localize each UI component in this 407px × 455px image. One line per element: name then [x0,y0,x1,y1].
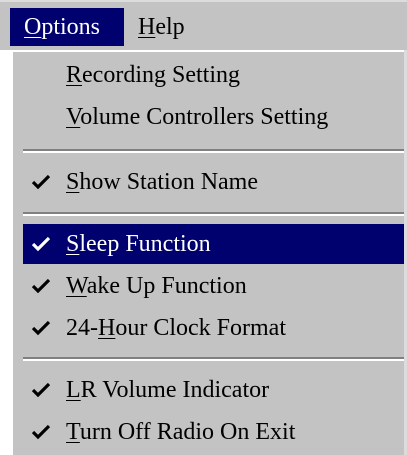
menu-help-rest: elp [155,14,185,40]
menu-options-rest: ptions [41,14,101,40]
check-icon [30,162,60,202]
menu-item-turn-off-radio-on-exit[interactable]: Turn Off Radio On Exit [23,412,404,452]
options-dropdown: Recording Setting Volume Controllers Set… [10,50,407,455]
menu-item-label: LR Volume Indicator [66,377,270,403]
check-icon [30,308,60,348]
check-icon [30,266,60,306]
menu-item-label: Volume Controllers Setting [66,104,329,130]
menu-item-show-station-name[interactable]: Show Station Name [23,162,404,202]
menu-item-label: Recording Setting [66,62,240,88]
menu-item-sleep-function[interactable]: Sleep Function [23,224,404,264]
menu-item-label: 24-Hour Clock Format [66,315,286,341]
check-icon [30,412,60,452]
menu-separator [23,357,404,361]
menu-item-label: Turn Off Radio On Exit [66,419,296,445]
menu-options-accel: O [24,14,42,40]
menu-bar-edge [0,0,407,2]
menu-help-accel: H [138,14,156,40]
menu-item-label: Wake Up Function [66,273,247,299]
menu-options[interactable]: Options [10,8,124,46]
menu-item-volume-controllers-setting[interactable]: Volume Controllers Setting [23,97,404,137]
menu-separator [23,212,404,216]
menu-separator [23,149,404,153]
menu-item-label: Sleep Function [66,231,211,257]
menu-item-label: Show Station Name [66,169,258,195]
menu-item-recording-setting[interactable]: Recording Setting [23,55,404,95]
menu-help[interactable]: Help [124,8,204,46]
menu-item-lr-volume-indicator[interactable]: LR Volume Indicator [23,370,404,410]
menu-bar: Options Help [0,0,407,50]
menu-item-24-hour-clock-format[interactable]: 24-Hour Clock Format [23,308,404,348]
check-icon [30,370,60,410]
check-icon [30,224,60,264]
menu-item-wake-up-function[interactable]: Wake Up Function [23,266,404,306]
